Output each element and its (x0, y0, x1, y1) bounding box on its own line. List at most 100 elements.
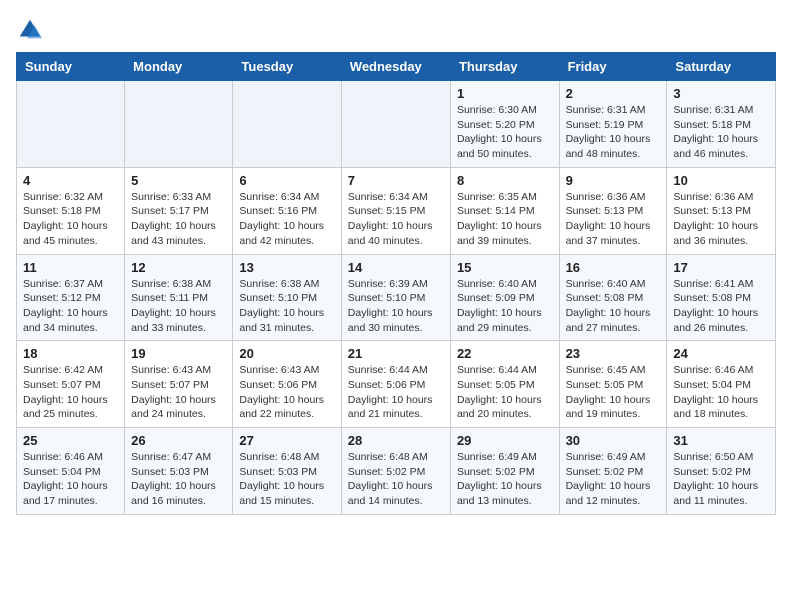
day-number: 8 (457, 173, 553, 188)
day-number: 11 (23, 260, 118, 275)
calendar-cell: 31 Sunrise: 6:50 AM Sunset: 5:02 PM Dayli… (667, 428, 776, 515)
calendar-week-row: 25 Sunrise: 6:46 AM Sunset: 5:04 PM Dayli… (17, 428, 776, 515)
day-number: 14 (348, 260, 444, 275)
day-number: 20 (239, 346, 334, 361)
calendar-cell: 18 Sunrise: 6:42 AM Sunset: 5:07 PM Dayli… (17, 341, 125, 428)
day-number: 28 (348, 433, 444, 448)
calendar-cell (341, 81, 450, 168)
day-header-friday: Friday (559, 53, 667, 81)
logo (16, 16, 48, 44)
day-header-sunday: Sunday (17, 53, 125, 81)
day-info: Sunrise: 6:36 AM Sunset: 5:13 PM Dayligh… (566, 190, 661, 249)
calendar-cell: 19 Sunrise: 6:43 AM Sunset: 5:07 PM Dayli… (125, 341, 233, 428)
calendar-cell: 12 Sunrise: 6:38 AM Sunset: 5:11 PM Dayli… (125, 254, 233, 341)
calendar-cell: 28 Sunrise: 6:48 AM Sunset: 5:02 PM Dayli… (341, 428, 450, 515)
calendar-week-row: 1 Sunrise: 6:30 AM Sunset: 5:20 PM Daylig… (17, 81, 776, 168)
calendar-cell: 26 Sunrise: 6:47 AM Sunset: 5:03 PM Dayli… (125, 428, 233, 515)
day-number: 31 (673, 433, 769, 448)
day-number: 12 (131, 260, 226, 275)
day-number: 10 (673, 173, 769, 188)
day-number: 19 (131, 346, 226, 361)
calendar-cell: 17Sunrise: 6:41 AM Sunset: 5:08 PM Dayli… (667, 254, 776, 341)
day-number: 26 (131, 433, 226, 448)
calendar-header-row: SundayMondayTuesdayWednesdayThursdayFrid… (17, 53, 776, 81)
calendar-cell: 2Sunrise: 6:31 AM Sunset: 5:19 PM Daylig… (559, 81, 667, 168)
calendar-cell: 10 Sunrise: 6:36 AM Sunset: 5:13 PM Dayli… (667, 167, 776, 254)
calendar-cell: 5 Sunrise: 6:33 AM Sunset: 5:17 PM Daylig… (125, 167, 233, 254)
day-number: 27 (239, 433, 334, 448)
day-number: 29 (457, 433, 553, 448)
calendar-cell: 27 Sunrise: 6:48 AM Sunset: 5:03 PM Dayli… (233, 428, 341, 515)
calendar-cell: 15 Sunrise: 6:40 AM Sunset: 5:09 PM Dayli… (450, 254, 559, 341)
day-header-thursday: Thursday (450, 53, 559, 81)
calendar-cell: 14 Sunrise: 6:39 AM Sunset: 5:10 PM Dayli… (341, 254, 450, 341)
day-info: Sunrise: 6:31 AM Sunset: 5:19 PM Dayligh… (566, 103, 661, 162)
day-number: 5 (131, 173, 226, 188)
calendar-cell (125, 81, 233, 168)
calendar-cell (233, 81, 341, 168)
day-info: Sunrise: 6:34 AM Sunset: 5:16 PM Dayligh… (239, 190, 334, 249)
day-info: Sunrise: 6:33 AM Sunset: 5:17 PM Dayligh… (131, 190, 226, 249)
day-number: 15 (457, 260, 553, 275)
day-info: Sunrise: 6:46 AM Sunset: 5:04 PM Dayligh… (673, 363, 769, 422)
day-info: Sunrise: 6:43 AM Sunset: 5:07 PM Dayligh… (131, 363, 226, 422)
day-info: Sunrise: 6:49 AM Sunset: 5:02 PM Dayligh… (457, 450, 553, 509)
calendar-cell: 6 Sunrise: 6:34 AM Sunset: 5:16 PM Daylig… (233, 167, 341, 254)
page-header (16, 16, 776, 44)
day-info: Sunrise: 6:38 AM Sunset: 5:11 PM Dayligh… (131, 277, 226, 336)
calendar-cell: 4 Sunrise: 6:32 AM Sunset: 5:18 PM Daylig… (17, 167, 125, 254)
calendar-cell: 22 Sunrise: 6:44 AM Sunset: 5:05 PM Dayli… (450, 341, 559, 428)
day-info: Sunrise: 6:39 AM Sunset: 5:10 PM Dayligh… (348, 277, 444, 336)
calendar-table: SundayMondayTuesdayWednesdayThursdayFrid… (16, 52, 776, 515)
day-number: 1 (457, 86, 553, 101)
day-number: 16 (566, 260, 661, 275)
calendar-cell (17, 81, 125, 168)
day-info: Sunrise: 6:48 AM Sunset: 5:02 PM Dayligh… (348, 450, 444, 509)
day-info: Sunrise: 6:46 AM Sunset: 5:04 PM Dayligh… (23, 450, 118, 509)
day-info: Sunrise: 6:42 AM Sunset: 5:07 PM Dayligh… (23, 363, 118, 422)
day-number: 7 (348, 173, 444, 188)
calendar-cell: 29 Sunrise: 6:49 AM Sunset: 5:02 PM Dayli… (450, 428, 559, 515)
day-info: Sunrise: 6:44 AM Sunset: 5:06 PM Dayligh… (348, 363, 444, 422)
day-info: Sunrise: 6:38 AM Sunset: 5:10 PM Dayligh… (239, 277, 334, 336)
day-info: Sunrise: 6:50 AM Sunset: 5:02 PM Dayligh… (673, 450, 769, 509)
calendar-cell: 20Sunrise: 6:43 AM Sunset: 5:06 PM Dayli… (233, 341, 341, 428)
day-number: 23 (566, 346, 661, 361)
day-number: 3 (673, 86, 769, 101)
day-info: Sunrise: 6:48 AM Sunset: 5:03 PM Dayligh… (239, 450, 334, 509)
day-info: Sunrise: 6:35 AM Sunset: 5:14 PM Dayligh… (457, 190, 553, 249)
day-number: 4 (23, 173, 118, 188)
calendar-cell: 11 Sunrise: 6:37 AM Sunset: 5:12 PM Dayli… (17, 254, 125, 341)
calendar-cell: 24 Sunrise: 6:46 AM Sunset: 5:04 PM Dayli… (667, 341, 776, 428)
calendar-cell: 7 Sunrise: 6:34 AM Sunset: 5:15 PM Daylig… (341, 167, 450, 254)
calendar-cell: 25 Sunrise: 6:46 AM Sunset: 5:04 PM Dayli… (17, 428, 125, 515)
day-number: 22 (457, 346, 553, 361)
day-info: Sunrise: 6:45 AM Sunset: 5:05 PM Dayligh… (566, 363, 661, 422)
day-info: Sunrise: 6:40 AM Sunset: 5:09 PM Dayligh… (457, 277, 553, 336)
logo-icon (16, 16, 44, 44)
day-info: Sunrise: 6:32 AM Sunset: 5:18 PM Dayligh… (23, 190, 118, 249)
day-number: 18 (23, 346, 118, 361)
day-info: Sunrise: 6:34 AM Sunset: 5:15 PM Dayligh… (348, 190, 444, 249)
calendar-week-row: 18 Sunrise: 6:42 AM Sunset: 5:07 PM Dayli… (17, 341, 776, 428)
day-number: 21 (348, 346, 444, 361)
day-info: Sunrise: 6:47 AM Sunset: 5:03 PM Dayligh… (131, 450, 226, 509)
day-info: Sunrise: 6:30 AM Sunset: 5:20 PM Dayligh… (457, 103, 553, 162)
calendar-cell: 1 Sunrise: 6:30 AM Sunset: 5:20 PM Daylig… (450, 81, 559, 168)
calendar-cell: 3 Sunrise: 6:31 AM Sunset: 5:18 PM Daylig… (667, 81, 776, 168)
day-info: Sunrise: 6:31 AM Sunset: 5:18 PM Dayligh… (673, 103, 769, 162)
day-number: 24 (673, 346, 769, 361)
day-info: Sunrise: 6:36 AM Sunset: 5:13 PM Dayligh… (673, 190, 769, 249)
day-info: Sunrise: 6:49 AM Sunset: 5:02 PM Dayligh… (566, 450, 661, 509)
calendar-cell: 8 Sunrise: 6:35 AM Sunset: 5:14 PM Daylig… (450, 167, 559, 254)
day-number: 6 (239, 173, 334, 188)
calendar-week-row: 11 Sunrise: 6:37 AM Sunset: 5:12 PM Dayli… (17, 254, 776, 341)
day-info: Sunrise: 6:37 AM Sunset: 5:12 PM Dayligh… (23, 277, 118, 336)
calendar-cell: 21 Sunrise: 6:44 AM Sunset: 5:06 PM Dayli… (341, 341, 450, 428)
day-number: 17 (673, 260, 769, 275)
day-header-tuesday: Tuesday (233, 53, 341, 81)
day-info: Sunrise: 6:44 AM Sunset: 5:05 PM Dayligh… (457, 363, 553, 422)
day-header-monday: Monday (125, 53, 233, 81)
calendar-cell: 30Sunrise: 6:49 AM Sunset: 5:02 PM Dayli… (559, 428, 667, 515)
day-number: 25 (23, 433, 118, 448)
